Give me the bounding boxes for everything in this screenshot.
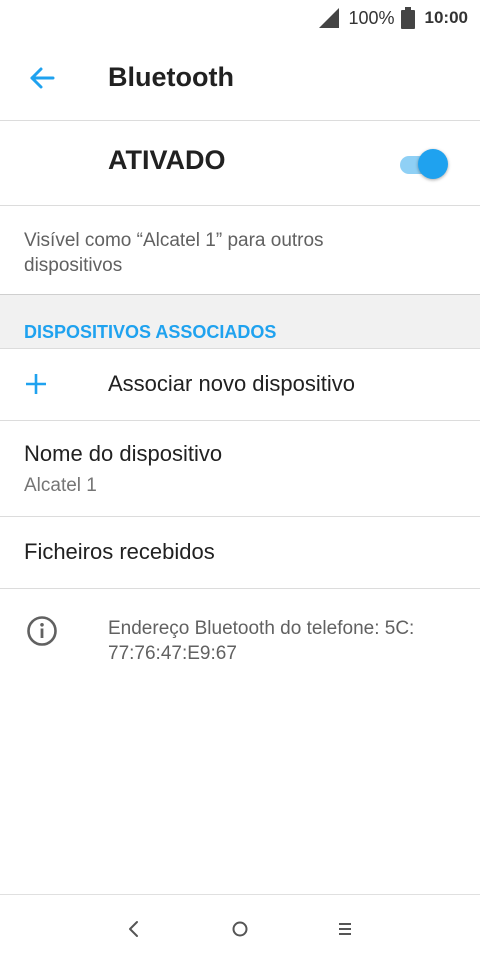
bluetooth-toggle[interactable]: [398, 148, 452, 180]
pair-new-device-label: Associar novo dispositivo: [108, 371, 356, 396]
plus-icon: [26, 374, 46, 394]
switch-state-label: ATIVADO: [108, 145, 226, 175]
nav-home-icon[interactable]: [226, 915, 254, 943]
visibility-info: Visível como “Alcatel 1” para outros dis…: [0, 206, 480, 295]
device-name-title: Nome do dispositivo: [24, 441, 223, 466]
pair-new-device-button[interactable]: Associar novo dispositivo: [0, 349, 480, 421]
status-bar: 100% 10:00: [0, 0, 480, 36]
battery-percent: 100%: [348, 7, 395, 28]
paired-devices-header: DISPOSITIVOS ASSOCIADOS: [0, 295, 480, 349]
info-icon: [27, 616, 57, 646]
arrow-left-icon[interactable]: [28, 64, 56, 92]
received-files-title: Ficheiros recebidos: [24, 539, 215, 564]
device-name-value: Alcatel 1: [24, 475, 97, 496]
page-title: Bluetooth: [108, 62, 234, 92]
app-bar: Bluetooth: [0, 36, 480, 121]
device-name-setting[interactable]: Nome do dispositivo Alcatel 1: [0, 421, 480, 517]
visibility-text: Visível como “Alcatel 1” para outros dis…: [24, 230, 324, 276]
nav-back-icon[interactable]: [120, 915, 148, 943]
section-header-label: DISPOSITIVOS ASSOCIADOS: [24, 322, 277, 342]
clock: 10:00: [424, 8, 468, 27]
battery-icon: [400, 7, 415, 29]
received-files-setting[interactable]: Ficheiros recebidos: [0, 517, 480, 589]
bluetooth-address-info: Endereço Bluetooth do telefone: 5C: 77:7…: [0, 589, 480, 679]
system-nav-bar: [0, 894, 480, 961]
signal-icon: [319, 8, 340, 28]
bluetooth-master-switch-row[interactable]: ATIVADO: [0, 121, 480, 206]
nav-recents-icon[interactable]: [331, 915, 359, 943]
toggle-thumb: [418, 149, 448, 179]
bluetooth-address-text: Endereço Bluetooth do telefone: 5C: 77:7…: [108, 618, 415, 664]
